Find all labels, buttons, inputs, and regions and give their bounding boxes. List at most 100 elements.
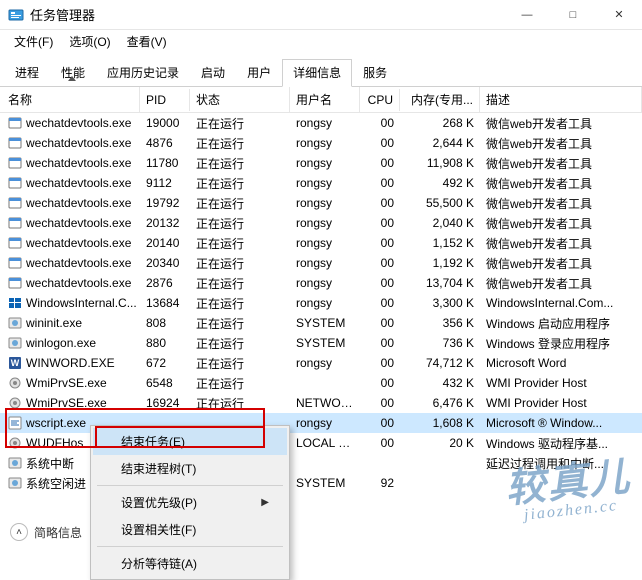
menu-options[interactable]: 选项(O)	[61, 31, 118, 52]
tab-details[interactable]: 详细信息	[282, 59, 352, 87]
process-user: rongsy	[290, 415, 360, 431]
menu-file[interactable]: 文件(F)	[6, 31, 61, 52]
col-header-status[interactable]: 状态	[190, 87, 290, 112]
process-pid: 9112	[140, 175, 190, 191]
process-memory: 55,500 K	[400, 195, 480, 211]
table-row[interactable]: wechatdevtools.exe20340正在运行rongsy001,192…	[0, 253, 642, 273]
process-pid: 13684	[140, 295, 190, 311]
col-header-name[interactable]: 名称	[0, 87, 140, 112]
table-row[interactable]: wechatdevtools.exe11780正在运行rongsy0011,90…	[0, 153, 642, 173]
minimize-button[interactable]: —	[504, 0, 550, 30]
menu-view[interactable]: 查看(V)	[119, 31, 175, 52]
table-row[interactable]: wechatdevtools.exe9112正在运行rongsy00492 K微…	[0, 173, 642, 193]
table-row[interactable]: wininit.exe808正在运行SYSTEM00356 KWindows 启…	[0, 313, 642, 333]
col-header-description[interactable]: 描述	[480, 87, 642, 112]
process-description: 微信web开发者工具	[480, 214, 642, 233]
tab-startup[interactable]: 启动	[190, 59, 236, 87]
process-user: LOCAL SE...	[290, 435, 360, 451]
process-user: rongsy	[290, 255, 360, 271]
tab-app-history[interactable]: 应用历史记录	[96, 59, 190, 87]
table-row[interactable]: wechatdevtools.exe20132正在运行rongsy002,040…	[0, 213, 642, 233]
process-name: wechatdevtools.exe	[26, 216, 131, 230]
process-memory: 3,300 K	[400, 295, 480, 311]
process-icon	[8, 476, 22, 490]
tab-processes[interactable]: 进程	[4, 59, 50, 87]
ctx-analyze-wait-chain[interactable]: 分析等待链(A)	[93, 550, 287, 577]
submenu-arrow-icon: ▶	[261, 497, 269, 508]
process-user	[290, 382, 360, 384]
ctx-set-priority[interactable]: 设置优先级(P) ▶	[93, 489, 287, 516]
process-name: wechatdevtools.exe	[26, 236, 131, 250]
process-name: WINWORD.EXE	[26, 356, 115, 370]
process-name: wechatdevtools.exe	[26, 116, 131, 130]
process-pid: 20140	[140, 235, 190, 251]
col-header-pid[interactable]: PID	[140, 89, 190, 111]
context-menu: 结束任务(E) 结束进程树(T) 设置优先级(P) ▶ 设置相关性(F) 分析等…	[90, 425, 290, 580]
close-button[interactable]: ✕	[596, 0, 642, 30]
table-row[interactable]: WmiPrvSE.exe16924正在运行NETWOR...006,476 KW…	[0, 393, 642, 413]
process-name: wechatdevtools.exe	[26, 276, 131, 290]
process-description: Windows 启动应用程序	[480, 314, 642, 333]
process-pid: 19000	[140, 115, 190, 131]
process-icon	[8, 116, 22, 130]
process-description: WMI Provider Host	[480, 375, 642, 391]
footer-label: 简略信息	[34, 524, 82, 541]
process-pid: 20340	[140, 255, 190, 271]
process-icon: W	[8, 356, 22, 370]
process-description: 微信web开发者工具	[480, 174, 642, 193]
process-status: 正在运行	[190, 174, 290, 193]
tab-services[interactable]: 服务	[352, 59, 398, 87]
process-memory: 1,608 K	[400, 415, 480, 431]
process-icon	[8, 336, 22, 350]
process-memory: 13,704 K	[400, 275, 480, 291]
process-status: 正在运行	[190, 254, 290, 273]
ctx-set-affinity[interactable]: 设置相关性(F)	[93, 516, 287, 543]
table-row[interactable]: wechatdevtools.exe19000正在运行rongsy00268 K…	[0, 113, 642, 133]
process-memory: 2,040 K	[400, 215, 480, 231]
process-cpu: 00	[360, 275, 400, 291]
col-header-cpu[interactable]: CPU	[360, 89, 400, 111]
process-description: WindowsInternal.Com...	[480, 295, 642, 311]
process-memory	[400, 462, 480, 464]
process-description: 延迟过程调用和中断...	[480, 454, 642, 473]
process-status: 正在运行	[190, 374, 290, 393]
ctx-end-process-tree[interactable]: 结束进程树(T)	[93, 455, 287, 482]
process-icon	[8, 156, 22, 170]
table-row[interactable]: wechatdevtools.exe20140正在运行rongsy001,152…	[0, 233, 642, 253]
table-row[interactable]: wechatdevtools.exe2876正在运行rongsy0013,704…	[0, 273, 642, 293]
process-name: wechatdevtools.exe	[26, 256, 131, 270]
process-memory: 1,192 K	[400, 255, 480, 271]
process-icon	[8, 436, 22, 450]
table-row[interactable]: wechatdevtools.exe19792正在运行rongsy0055,50…	[0, 193, 642, 213]
process-pid: 16924	[140, 395, 190, 411]
col-header-user[interactable]: 用户名	[290, 87, 360, 112]
process-user: rongsy	[290, 155, 360, 171]
table-row[interactable]: WWINWORD.EXE672正在运行rongsy0074,712 KMicro…	[0, 353, 642, 373]
window-controls: — □ ✕	[504, 0, 642, 30]
table-row[interactable]: wechatdevtools.exe4876正在运行rongsy002,644 …	[0, 133, 642, 153]
tab-performance[interactable]: 性能	[50, 59, 96, 87]
table-row[interactable]: WindowsInternal.C...13684正在运行rongsy003,3…	[0, 293, 642, 313]
process-user: rongsy	[290, 215, 360, 231]
process-description	[480, 482, 642, 484]
process-icon	[8, 276, 22, 290]
process-memory: 492 K	[400, 175, 480, 191]
menubar: 文件(F) 选项(O) 查看(V)	[0, 30, 642, 52]
process-name: wechatdevtools.exe	[26, 136, 131, 150]
process-pid: 19792	[140, 195, 190, 211]
table-row[interactable]: winlogon.exe880正在运行SYSTEM00736 KWindows …	[0, 333, 642, 353]
maximize-button[interactable]: □	[550, 0, 596, 30]
tab-users[interactable]: 用户	[236, 59, 282, 87]
process-pid: 672	[140, 355, 190, 371]
process-user	[290, 462, 360, 464]
process-name: winlogon.exe	[26, 336, 96, 350]
process-cpu: 00	[360, 195, 400, 211]
process-icon	[8, 196, 22, 210]
table-row[interactable]: WmiPrvSE.exe6548正在运行00432 KWMI Provider …	[0, 373, 642, 393]
process-cpu: 92	[360, 475, 400, 491]
fewer-details-toggle[interactable]: ˄	[10, 523, 28, 541]
ctx-end-task[interactable]: 结束任务(E)	[93, 428, 287, 455]
col-header-memory[interactable]: 内存(专用...	[400, 87, 480, 112]
titlebar: 任务管理器 — □ ✕	[0, 0, 642, 30]
process-user: SYSTEM	[290, 315, 360, 331]
